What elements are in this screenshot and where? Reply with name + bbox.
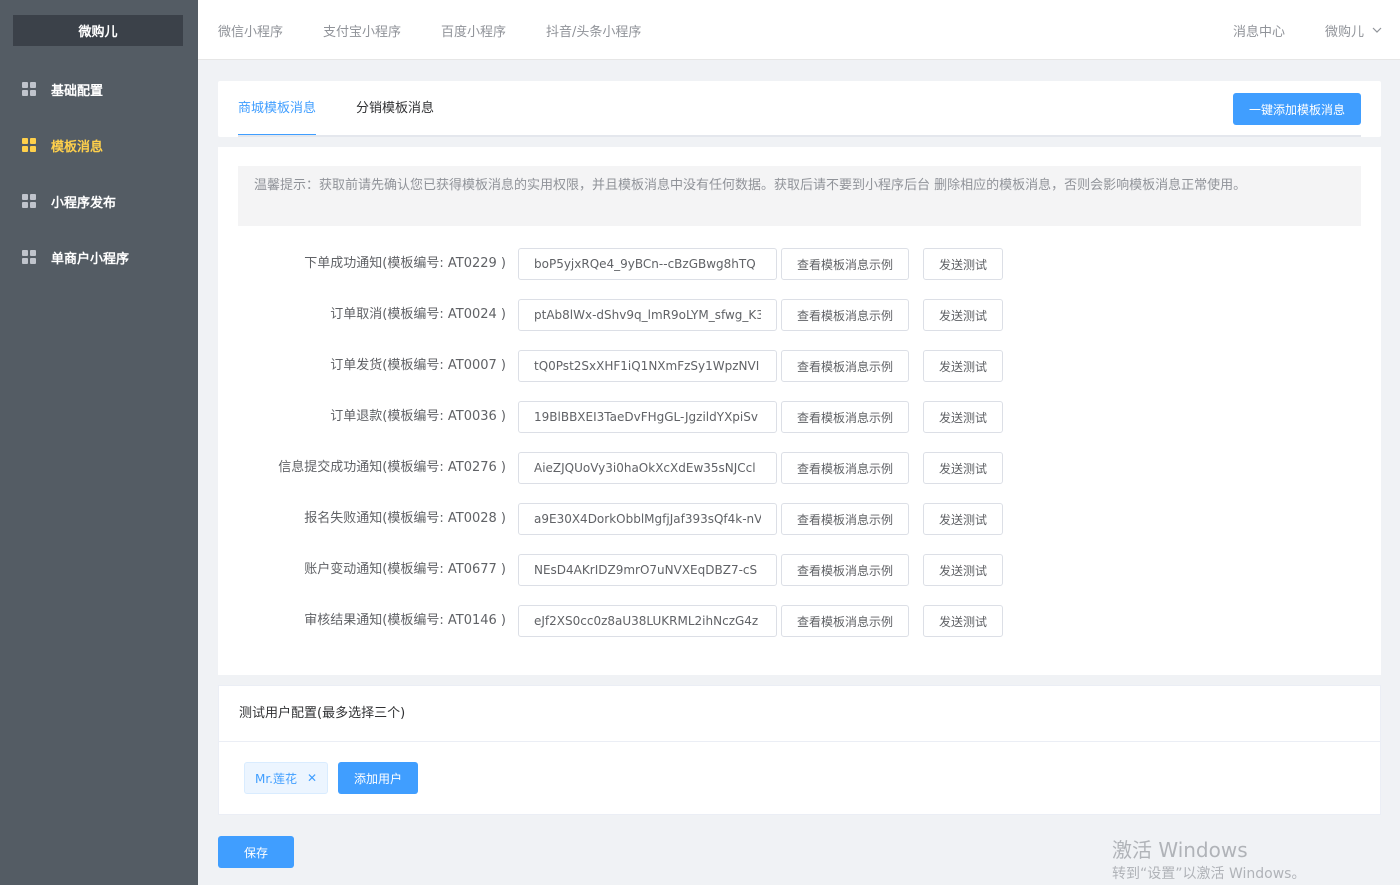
- sidebar-menu: 基础配置 模板消息 小程序发布 单商户小程序: [0, 61, 198, 285]
- top-nav: 微信小程序 支付宝小程序 百度小程序 抖音/头条小程序: [218, 0, 681, 60]
- close-icon[interactable]: ✕: [307, 771, 317, 785]
- send-test-button[interactable]: 发送测试: [923, 350, 1003, 382]
- grid-icon: [22, 82, 36, 96]
- top-nav-wechat[interactable]: 微信小程序: [218, 21, 283, 40]
- sidebar-item-publish[interactable]: 小程序发布: [0, 173, 198, 229]
- template-row: 审核结果通知(模板编号: AT0146 ) 查看模板消息示例 发送测试: [218, 605, 1381, 637]
- test-users-body: Mr.莲花 ✕ 添加用户: [219, 742, 1380, 814]
- template-row: 订单发货(模板编号: AT0007 ) 查看模板消息示例 发送测试: [218, 350, 1381, 382]
- chevron-down-icon: [1372, 25, 1382, 36]
- template-row: 信息提交成功通知(模板编号: AT0276 ) 查看模板消息示例 发送测试: [218, 452, 1381, 484]
- template-id-input[interactable]: [518, 248, 777, 280]
- template-row: 报名失败通知(模板编号: AT0028 ) 查看模板消息示例 发送测试: [218, 503, 1381, 535]
- view-example-button[interactable]: 查看模板消息示例: [781, 350, 909, 382]
- view-example-button[interactable]: 查看模板消息示例: [781, 299, 909, 331]
- template-label: 订单发货(模板编号: AT0007 ): [330, 358, 506, 373]
- add-user-button[interactable]: 添加用户: [338, 762, 418, 794]
- save-button[interactable]: 保存: [218, 836, 294, 868]
- test-users-card: 测试用户配置(最多选择三个) Mr.莲花 ✕ 添加用户: [218, 685, 1381, 815]
- template-list-card: 温馨提示：获取前请先确认您已获得模板消息的实用权限，并且模板消息中没有任何数据。…: [218, 147, 1381, 675]
- template-id-input[interactable]: [518, 605, 777, 637]
- user-name: 微购儿: [1324, 24, 1364, 40]
- template-id-input[interactable]: [518, 299, 777, 331]
- grid-icon: [22, 250, 36, 264]
- test-users-title: 测试用户配置(最多选择三个): [219, 686, 1380, 742]
- template-label: 审核结果通知(模板编号: AT0146 ): [304, 613, 506, 628]
- sidebar-item-basic-config[interactable]: 基础配置: [0, 61, 198, 117]
- send-test-button[interactable]: 发送测试: [923, 554, 1003, 586]
- top-nav-baidu[interactable]: 百度小程序: [441, 21, 506, 40]
- watermark-line2: 转到“设置”以激活 Windows。: [1112, 866, 1306, 882]
- tab-mall-template[interactable]: 商城模板消息: [238, 81, 317, 136]
- tabs-card: 商城模板消息 分销模板消息 一键添加模板消息: [218, 81, 1381, 137]
- view-example-button[interactable]: 查看模板消息示例: [781, 605, 909, 637]
- sidebar-item-label: 基础配置: [51, 83, 104, 99]
- tabs: 商城模板消息 分销模板消息: [238, 81, 474, 136]
- grid-icon: [22, 138, 36, 152]
- tip-alert: 温馨提示：获取前请先确认您已获得模板消息的实用权限，并且模板消息中没有任何数据。…: [238, 166, 1361, 226]
- template-label: 订单取消(模板编号: AT0024 ): [330, 307, 506, 322]
- sidebar-item-template-messages[interactable]: 模板消息: [0, 117, 198, 173]
- send-test-button[interactable]: 发送测试: [923, 605, 1003, 637]
- sidebar-item-label: 单商户小程序: [51, 251, 130, 267]
- template-label: 报名失败通知(模板编号: AT0028 ): [304, 511, 506, 526]
- template-id-input[interactable]: [518, 503, 777, 535]
- template-label: 信息提交成功通知(模板编号: AT0276 ): [278, 460, 506, 475]
- sidebar-item-single-merchant[interactable]: 单商户小程序: [0, 229, 198, 285]
- template-label: 账户变动通知(模板编号: AT0677 ): [304, 562, 506, 577]
- template-id-input[interactable]: [518, 554, 777, 586]
- windows-activation-watermark: 激活 Windows 转到“设置”以激活 Windows。: [1112, 836, 1305, 884]
- top-nav-douyin[interactable]: 抖音/头条小程序: [546, 21, 641, 40]
- top-right: 消息中心 微购儿: [1233, 0, 1382, 60]
- user-tag: Mr.莲花 ✕: [244, 762, 329, 794]
- template-id-input[interactable]: [518, 350, 777, 382]
- template-row: 下单成功通知(模板编号: AT0229 ) 查看模板消息示例 发送测试: [218, 248, 1381, 280]
- sidebar-item-label: 小程序发布: [51, 195, 117, 211]
- sidebar-item-label: 模板消息: [51, 139, 104, 155]
- grid-icon: [22, 194, 36, 208]
- sidebar: 微购儿 基础配置 模板消息 小程序发布 单商户小程序: [0, 0, 198, 885]
- send-test-button[interactable]: 发送测试: [923, 452, 1003, 484]
- watermark-line1: 激活 Windows: [1112, 838, 1248, 862]
- tab-distribution-template[interactable]: 分销模板消息: [356, 81, 434, 135]
- template-row: 订单取消(模板编号: AT0024 ) 查看模板消息示例 发送测试: [218, 299, 1381, 331]
- template-label: 订单退款(模板编号: AT0036 ): [330, 409, 506, 424]
- top-bar: 微信小程序 支付宝小程序 百度小程序 抖音/头条小程序 消息中心 微购儿: [198, 0, 1400, 60]
- template-row: 订单退款(模板编号: AT0036 ) 查看模板消息示例 发送测试: [218, 401, 1381, 433]
- send-test-button[interactable]: 发送测试: [923, 401, 1003, 433]
- top-nav-alipay[interactable]: 支付宝小程序: [323, 21, 401, 40]
- message-center-link[interactable]: 消息中心: [1233, 21, 1285, 40]
- template-id-input[interactable]: [518, 452, 777, 484]
- brand-logo[interactable]: 微购儿: [13, 15, 183, 46]
- tabs-divider: [238, 135, 1361, 137]
- add-all-templates-button[interactable]: 一键添加模板消息: [1233, 93, 1361, 125]
- user-menu[interactable]: 微购儿: [1325, 21, 1382, 40]
- send-test-button[interactable]: 发送测试: [923, 299, 1003, 331]
- view-example-button[interactable]: 查看模板消息示例: [781, 452, 909, 484]
- template-row: 账户变动通知(模板编号: AT0677 ) 查看模板消息示例 发送测试: [218, 554, 1381, 586]
- view-example-button[interactable]: 查看模板消息示例: [781, 554, 909, 586]
- view-example-button[interactable]: 查看模板消息示例: [781, 401, 909, 433]
- send-test-button[interactable]: 发送测试: [923, 503, 1003, 535]
- template-id-input[interactable]: [518, 401, 777, 433]
- view-example-button[interactable]: 查看模板消息示例: [781, 503, 909, 535]
- template-label: 下单成功通知(模板编号: AT0229 ): [304, 256, 506, 271]
- send-test-button[interactable]: 发送测试: [923, 248, 1003, 280]
- user-tag-label: Mr.莲花: [255, 771, 298, 786]
- view-example-button[interactable]: 查看模板消息示例: [781, 248, 909, 280]
